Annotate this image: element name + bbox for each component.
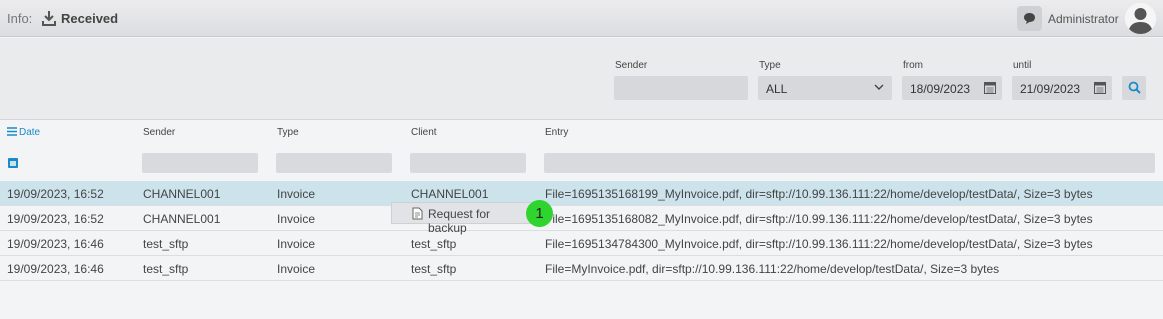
cell-sender: test_sftp [143,237,189,251]
type-column-filter[interactable] [276,153,392,173]
column-header-type[interactable]: Type [277,127,299,138]
cell-date: 19/09/2023, 16:52 [7,187,104,201]
from-label: from [903,60,923,71]
type-select[interactable]: ALL [758,76,892,100]
type-label: Type [759,60,781,71]
calendar-icon[interactable] [1094,81,1106,94]
chat-button[interactable] [1017,6,1042,31]
cell-client: test_sftp [411,237,457,251]
sender-column-filter[interactable] [142,153,258,173]
column-header-date[interactable]: Date [7,127,40,138]
table-row[interactable]: 19/09/2023, 16:52 CHANNEL001 Invoice Fil… [0,206,1163,231]
avatar-icon [1125,3,1156,34]
cell-entry: File=1695135168199_MyInvoice.pdf, dir=sf… [545,187,1093,201]
cell-sender: CHANNEL001 [143,187,221,201]
request-for-backup-menu-item[interactable]: Request for backup [428,207,532,235]
column-header-client[interactable]: Client [411,127,437,138]
search-button[interactable] [1122,76,1146,100]
cell-client: CHANNEL001 [411,187,489,201]
cell-sender: CHANNEL001 [143,212,221,226]
menu-icon [7,127,17,136]
cell-type: Invoice [277,262,316,276]
page-title: Received [61,11,119,26]
column-header-date-label: Date [19,127,41,138]
type-select-value: ALL [766,82,788,96]
from-date-value: 18/09/2023 [910,82,971,96]
sender-label: Sender [615,60,648,71]
cell-client: test_sftp [411,262,457,276]
cell-date: 19/09/2023, 16:52 [7,212,104,226]
table-row[interactable]: 19/09/2023, 16:46 test_sftp Invoice test… [0,231,1163,256]
calendar-icon[interactable] [984,81,996,94]
column-header-sender[interactable]: Sender [143,127,175,138]
step-badge: 1 [526,200,553,227]
client-column-filter[interactable] [410,153,526,173]
table-row[interactable]: 19/09/2023, 16:52 CHANNEL001 Invoice CHA… [0,181,1163,206]
cell-date: 19/09/2023, 16:46 [7,237,104,251]
sender-input[interactable] [614,76,748,100]
context-menu: Request for backup [391,202,533,235]
calendar-icon[interactable] [8,157,18,168]
search-icon [1128,81,1141,94]
cell-type: Invoice [277,187,316,201]
info-label: Info: [7,11,33,26]
from-date-input[interactable]: 18/09/2023 [902,76,1002,100]
cell-entry: File=1695134784300_MyInvoice.pdf, dir=sf… [545,237,1093,251]
cell-sender: test_sftp [143,262,189,276]
top-bar: Info: Received Administrator [0,0,1163,37]
cell-entry: File=1695135168082_MyInvoice.pdf, dir=sf… [545,212,1093,226]
cell-date: 19/09/2023, 16:46 [7,262,104,276]
document-icon [412,207,423,220]
cell-type: Invoice [277,212,316,226]
table-header: Date Sender Type Client Entry [0,121,1163,145]
until-date-input[interactable]: 21/09/2023 [1012,76,1112,100]
cell-entry: File=MyInvoice.pdf, dir=sftp://10.99.136… [545,262,1000,276]
filter-panel: Sender Type ALL from 18/09/2023 until 21… [0,38,1163,120]
entry-column-filter[interactable] [544,153,1155,173]
until-label: until [1013,60,1032,71]
column-header-entry[interactable]: Entry [545,127,568,138]
user-avatar[interactable] [1125,3,1156,34]
until-date-value: 21/09/2023 [1020,82,1081,96]
column-filter-row [0,145,1163,181]
chat-icon [1024,13,1035,24]
download-icon [42,11,56,26]
cell-type: Invoice [277,237,316,251]
table-row[interactable]: 19/09/2023, 16:46 test_sftp Invoice test… [0,256,1163,281]
user-name[interactable]: Administrator [1048,12,1119,26]
chevron-down-icon [874,84,884,90]
